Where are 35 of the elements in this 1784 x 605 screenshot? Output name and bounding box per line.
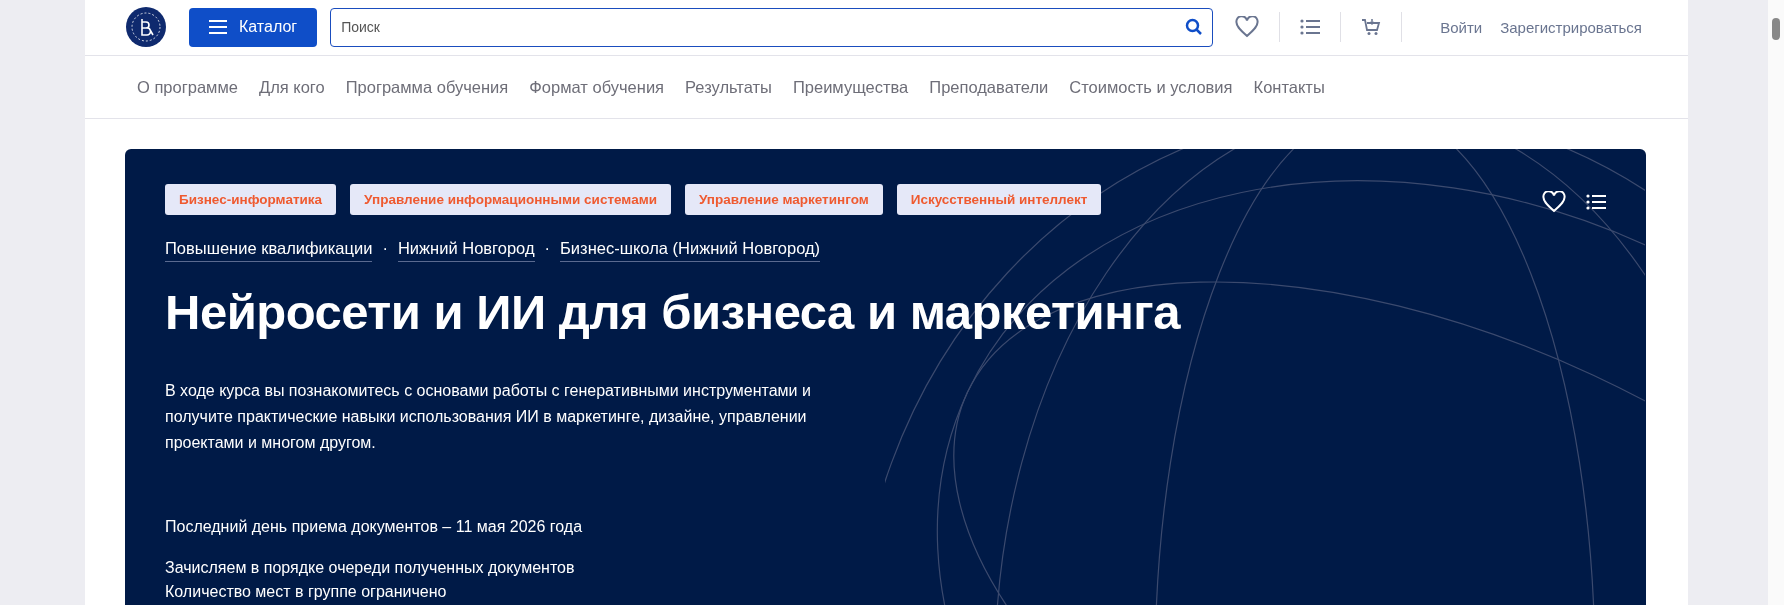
topic-tag[interactable]: Бизнес-информатика	[165, 184, 337, 216]
topic-tag[interactable]: Управление маркетингом	[684, 184, 883, 216]
nav-link[interactable]: О программе	[137, 77, 238, 97]
nav-link[interactable]: Для кого	[258, 77, 325, 97]
register-link[interactable]: Зарегистрироваться	[1500, 18, 1642, 36]
nav-link[interactable]: Преимущества	[792, 77, 909, 97]
login-link[interactable]: Войти	[1440, 18, 1483, 36]
nav-link[interactable]: Формат обучения	[529, 77, 665, 97]
enrollment-note: Количество мест в группе ограничено	[165, 582, 448, 603]
list-icon[interactable]	[1586, 194, 1606, 211]
catalog-button[interactable]: Каталог	[189, 7, 318, 47]
topic-tag[interactable]: Управление информационными системами	[350, 184, 671, 216]
nav-link[interactable]: Контакты	[1253, 77, 1325, 97]
breadcrumb-separator: ·	[544, 239, 551, 259]
nav-link[interactable]: Стоимость и условия	[1069, 77, 1233, 97]
course-description: В ходе курса вы познакомитесь с основами работы с генеративными инструментами и получите практические навыки использования ИИ в маркетинге, дизайне, управлении проектами и многом другом.	[165, 381, 812, 454]
nav-link[interactable]: Преподаватели	[929, 77, 1049, 97]
favorite-icon[interactable]	[1542, 191, 1566, 214]
search-field[interactable]: Поиск	[330, 7, 1214, 47]
breadcrumb-link[interactable]: Нижний Новгород	[397, 239, 535, 263]
menu-icon	[209, 20, 227, 35]
breadcrumb-separator: ·	[382, 239, 388, 259]
favorites-icon[interactable]	[1235, 16, 1260, 39]
topic-tag[interactable]: Искусственный интеллект	[896, 184, 1102, 216]
university-logo[interactable]	[125, 6, 167, 49]
scrollbar[interactable]	[1768, 0, 1784, 605]
search-icon[interactable]	[1185, 17, 1204, 36]
deadline-text: Последний день приема документов – 11 мая 2026 года	[165, 518, 584, 537]
cart-icon[interactable]	[1361, 18, 1382, 37]
breadcrumb-link[interactable]: Повышение квалификации	[165, 239, 373, 263]
enrollment-note: Зачисляем в порядке очереди полученных документов	[165, 558, 576, 579]
nav-link[interactable]: Результаты	[685, 77, 772, 97]
nav-link[interactable]: Программа обучения	[345, 77, 509, 97]
breadcrumb-link[interactable]: Бизнес-школа (Нижний Новгород)	[560, 239, 821, 263]
course-title: Нейросети и ИИ для бизнеса и маркетинга	[165, 284, 1182, 341]
